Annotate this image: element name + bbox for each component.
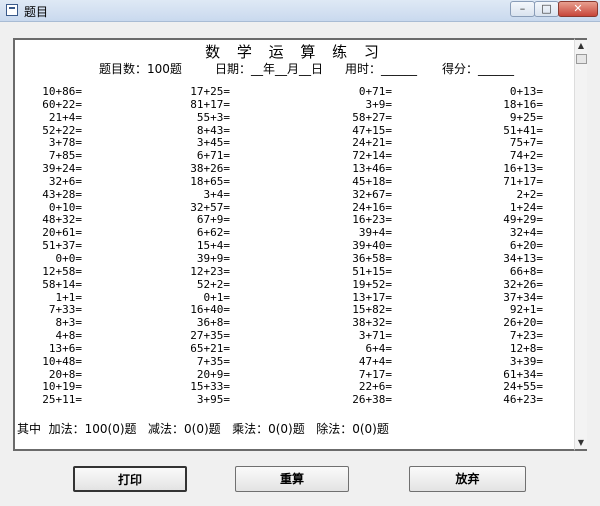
print-button[interactable]: 打印: [73, 466, 187, 492]
problem-item: 58+14=: [42, 277, 82, 291]
close-button[interactable]: ✕: [558, 1, 598, 17]
score-field: 得分：______: [442, 62, 515, 76]
problem-column-1: 10+86= 60+22= 21+4= 52+22= 3+78= 7+85= 39+24= 3…: [15, 85, 83, 407]
time-field: 用时：______: [345, 62, 418, 76]
title-bar: 题目 – □ ✕: [0, 0, 600, 22]
problem-item: 55+3=: [196, 110, 230, 124]
problem-item: 3+71=: [358, 329, 392, 343]
problem-item: 12+8=: [509, 341, 543, 355]
problem-item: 18+65=: [190, 174, 230, 188]
problem-item: 6+4=: [365, 341, 393, 355]
problem-item: 13+46=: [352, 162, 392, 176]
problem-item: 27+35=: [190, 329, 230, 343]
summary-mul: 乘法：0(0)题: [232, 422, 305, 436]
problem-item: 32+67=: [352, 187, 392, 201]
problem-item: 3+4=: [203, 187, 231, 201]
problem-item: 25+11=: [42, 393, 82, 407]
problem-column-4: 0+13= 18+16= 9+25= 51+41= 75+7= 74+2= 16+13= 71…: [463, 85, 544, 407]
scroll-down-icon[interactable]: ▼: [575, 437, 587, 449]
problem-item: 39+9=: [196, 251, 230, 265]
recalculate-button[interactable]: 重算: [235, 466, 349, 492]
problem-item: 36+58=: [352, 251, 392, 265]
problem-item: 2+2=: [516, 187, 544, 201]
app-window-icon: [6, 4, 18, 16]
problem-item: 66+8=: [509, 264, 543, 278]
problem-item: 51+15=: [352, 264, 392, 278]
problem-item: 16+13=: [503, 162, 543, 176]
problem-item: 46+23=: [503, 393, 543, 407]
scroll-up-icon[interactable]: ▲: [575, 40, 587, 52]
problem-item: 47+4=: [358, 354, 392, 368]
problem-item: 13+6=: [48, 341, 82, 355]
problem-item: 0+13=: [509, 85, 543, 98]
problem-item: 12+23=: [190, 264, 230, 278]
problem-item: 32+6=: [48, 174, 82, 188]
problem-item: 19+52=: [352, 277, 392, 291]
scroll-thumb[interactable]: [576, 54, 587, 64]
problem-item: 3+95=: [196, 393, 230, 407]
problem-item: 21+4=: [48, 110, 82, 124]
problem-item: 10+48=: [42, 354, 82, 368]
summary-div: 除法：0(0)题: [316, 422, 389, 436]
abandon-button[interactable]: 放弃: [409, 466, 526, 492]
problem-item: 9+25=: [509, 110, 543, 124]
problem-column-2: 17+25= 81+17= 55+3= 8+43= 3+45= 6+71= 38+26= 18…: [150, 85, 231, 407]
problem-item: 0+71=: [358, 85, 392, 98]
problem-item: 58+27=: [352, 110, 392, 124]
vertical-scrollbar[interactable]: ▲ ▼: [574, 38, 587, 451]
summary-line: 其中 加法：100(0)题 减法：0(0)题 乘法：0(0)题 除法：0(0)题: [17, 420, 389, 437]
problem-item: 7+35=: [196, 354, 230, 368]
problem-item: 3+9=: [365, 97, 393, 111]
problem-item: 26+38=: [352, 393, 392, 407]
problem-count: 题目数：100题: [99, 62, 182, 76]
sheet-title: 数 学 运 算 练 习: [205, 43, 385, 61]
problem-item: 38+26=: [190, 162, 230, 176]
problem-item: 32+26=: [503, 277, 543, 291]
summary-sub: 减法：0(0)题: [148, 422, 221, 436]
summary-add: 加法：100(0)题: [48, 422, 137, 436]
minimize-button[interactable]: –: [510, 1, 535, 17]
window-title: 题目: [24, 5, 49, 19]
problem-item: 60+22=: [42, 97, 82, 111]
maximize-button[interactable]: □: [534, 1, 559, 17]
worksheet-area: 数 学 运 算 练 习 题目数：100题 日期：__年__月__日 用时：___…: [13, 38, 574, 451]
date-field: 日期：__年__月__日: [215, 62, 324, 76]
problem-item: 34+13=: [503, 251, 543, 265]
problem-item: 81+17=: [190, 97, 230, 111]
problem-item: 12+58=: [42, 264, 82, 278]
problem-item: 18+16=: [503, 97, 543, 111]
problem-item: 17+25=: [190, 85, 230, 98]
problem-item: 4+8=: [55, 329, 83, 343]
problem-item: 3+39=: [509, 354, 543, 368]
problem-column-3: 0+71= 3+9= 58+27= 47+15= 24+21= 72+14= 13+46= 4…: [312, 85, 393, 407]
summary-prefix: 其中: [17, 422, 42, 436]
problem-item: 10+86=: [42, 85, 82, 98]
problem-item: 45+18=: [352, 174, 392, 188]
problem-item: 39+24=: [42, 162, 82, 176]
problem-item: 71+17=: [503, 174, 543, 188]
problem-item: 52+2=: [196, 277, 230, 291]
problem-item: 43+28=: [42, 187, 82, 201]
problem-item: 65+21=: [190, 341, 230, 355]
problem-item: 0+0=: [55, 251, 83, 265]
problem-item: 7+23=: [509, 329, 543, 343]
